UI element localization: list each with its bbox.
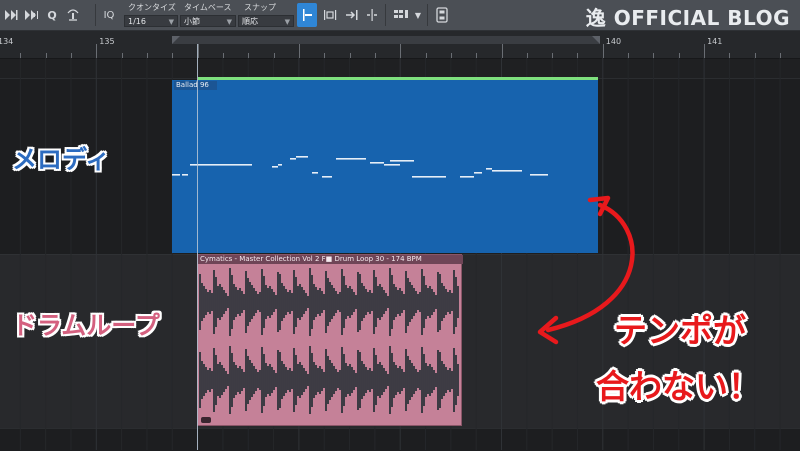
play-bar-icon [25, 10, 38, 20]
timebase-label: タイムベース [184, 3, 232, 12]
midi-note [474, 172, 482, 174]
chevron-down-icon: ▼ [168, 18, 174, 26]
midi-note [312, 172, 318, 174]
clip-handle[interactable] [201, 417, 211, 423]
quantize-button[interactable]: Q [44, 3, 60, 27]
ruler-tick [400, 44, 402, 58]
midi-notes [172, 156, 548, 178]
ruler-tick [96, 44, 98, 58]
loop-end-marker[interactable] [592, 36, 600, 44]
fast-forward-icon [5, 10, 18, 20]
chevron-down-icon: ▼ [414, 10, 422, 20]
ruler-tick [501, 44, 503, 58]
ruler-tick [602, 44, 604, 58]
snap-grid-button[interactable] [320, 3, 340, 27]
midi-note [290, 158, 296, 160]
midi-note [182, 174, 188, 176]
toolbar: Q IQ クオンタイズ 1/16 ▼ タイムベース 小節 ▼ スナップ 順応 ▼… [0, 0, 800, 31]
chevron-down-icon: ▼ [284, 18, 290, 26]
play-loop-button[interactable] [2, 3, 20, 27]
midi-note [336, 158, 366, 160]
waveform-path [199, 268, 459, 414]
midi-note [492, 170, 522, 172]
split-button[interactable] [362, 3, 382, 27]
midi-note [172, 174, 180, 176]
midi-note [190, 164, 252, 166]
melody-track-name: メロディ [12, 145, 111, 174]
snap-toggle-button[interactable] [297, 3, 317, 27]
midi-note [370, 162, 384, 164]
bar-number-label: 141 [707, 37, 723, 46]
drum-loop-clip[interactable]: Cymatics - Master Collection Vol 2 F■ Dr… [197, 254, 463, 426]
bar-number-label: 135 [99, 37, 115, 46]
more-options-dropdown[interactable]: ▼ [412, 3, 424, 27]
midi-note [390, 160, 414, 162]
annotation-line-1: テンポが [614, 311, 746, 350]
play-from-start-button[interactable] [22, 3, 40, 27]
drum-track-name: ドラムループ [12, 311, 160, 340]
list-grid-icon [394, 10, 408, 18]
midi-note [486, 168, 492, 170]
mixer-button[interactable] [432, 3, 452, 27]
chevron-down-icon: ▼ [226, 18, 232, 26]
bar-number-label: 140 [605, 37, 622, 46]
snap-label: スナップ [244, 3, 276, 12]
metronome-icon [67, 9, 79, 21]
grid-snap-icon [324, 10, 337, 20]
blog-title: 逸 OFFICIAL BLOG [585, 6, 790, 30]
snap-icon [303, 9, 312, 21]
ruler-tick [298, 44, 300, 58]
midi-note [530, 174, 548, 176]
quantize-select[interactable]: 1/16 ▼ [124, 15, 178, 27]
midi-note [272, 166, 278, 168]
midi-note [278, 164, 282, 166]
split-icon [367, 9, 377, 21]
snap-to-event-button[interactable] [342, 3, 362, 27]
metronome-button[interactable] [64, 3, 82, 27]
snap-value: 順応 [242, 17, 258, 26]
loop-start-marker[interactable] [172, 36, 180, 44]
quantize-value: 1/16 [128, 17, 146, 26]
midi-note [460, 176, 474, 178]
mixer-icon [436, 7, 448, 23]
snap-select[interactable]: 順応 ▼ [238, 15, 294, 27]
drum-clip-name: Cymatics - Master Collection Vol 2 F■ Dr… [198, 255, 463, 264]
playhead[interactable] [197, 44, 198, 450]
audio-waveform [199, 268, 459, 414]
track-list-button[interactable] [390, 3, 412, 27]
timebase-select[interactable]: 小節 ▼ [180, 15, 236, 27]
midi-note [384, 164, 400, 166]
annotation-line-2: 合わない！ [596, 367, 761, 406]
quantize-label: クオンタイズ [128, 3, 176, 12]
timebase-value: 小節 [184, 17, 200, 26]
iq-button[interactable]: IQ [100, 3, 118, 27]
loop-range[interactable] [172, 36, 600, 44]
ruler-tick [704, 44, 706, 58]
midi-note [412, 176, 446, 178]
bar-number-label: 134 [0, 37, 14, 46]
midi-note [322, 176, 332, 178]
melody-clip[interactable]: Ballad 96 [172, 80, 598, 253]
arrow-right-bar-icon [346, 10, 358, 20]
midi-note [296, 156, 308, 158]
